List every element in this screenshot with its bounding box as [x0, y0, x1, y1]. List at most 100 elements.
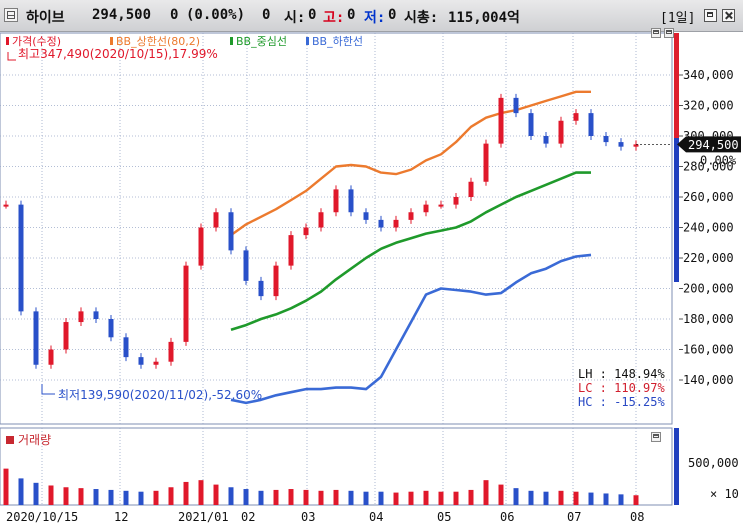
volume-bar — [333, 489, 339, 505]
restore-icon[interactable] — [704, 9, 717, 22]
volume-bar — [33, 482, 39, 505]
price-candle — [348, 189, 354, 213]
volume-bar — [498, 484, 504, 505]
price-candle — [123, 337, 129, 358]
open-value: 0 — [308, 7, 317, 23]
price-panel — [0, 32, 673, 425]
title-bar: 하이브 294,500 0 (0.00%) 0 시: 0 고: 0 저: 0 시… — [0, 0, 743, 32]
x-tick-label: 06 — [500, 510, 514, 524]
y-tick-label: 140,000 — [683, 373, 734, 387]
volume-bar — [93, 489, 99, 505]
price-candle — [213, 212, 219, 228]
price-chart: 340,000320,000300,000280,000260,000240,0… — [0, 32, 741, 524]
price-candle — [528, 113, 534, 136]
axis-up-bar — [674, 33, 679, 138]
volume-bar — [423, 490, 429, 505]
high-value: 0 — [347, 7, 356, 23]
volume-bar — [603, 493, 609, 505]
volume-bar — [378, 491, 384, 505]
volume-bar — [228, 487, 234, 505]
price-candle — [198, 227, 204, 266]
legend-item: BB_중심선 — [236, 35, 287, 48]
legend-swatch — [230, 37, 233, 45]
volume-bar — [513, 488, 519, 505]
volume-bar — [453, 491, 459, 505]
close-icon[interactable] — [722, 9, 735, 22]
chart-window: 340,000 320,000 300,000 280,000 260,000 240,0… — [0, 0, 743, 527]
axis-down-bar — [674, 138, 679, 282]
y-tick-label: 240,000 — [683, 221, 734, 235]
volume-panel-expand-icon[interactable] — [651, 432, 661, 442]
period-selector[interactable]: [1일] — [660, 7, 695, 26]
price-candle — [243, 250, 249, 281]
x-tick-label: 12 — [114, 510, 128, 524]
volume-bar — [408, 491, 414, 505]
price-candle — [483, 143, 489, 182]
high-label: 고: — [323, 10, 345, 26]
chart-window-icon[interactable] — [4, 8, 18, 22]
x-tick-label: 2021/01 — [178, 510, 229, 524]
price-candle — [618, 142, 624, 147]
price-candle — [378, 219, 384, 228]
volume-legend-swatch — [6, 436, 14, 444]
price-candle — [108, 319, 114, 338]
y-tick-label: 340,000 — [683, 68, 734, 82]
lc-stat: LC : 110.97% — [578, 381, 665, 395]
price-candle — [393, 219, 399, 228]
axis-volume-bar — [674, 428, 679, 505]
low-label: 저: — [364, 10, 386, 26]
volume-bar — [213, 484, 219, 505]
price-candle — [168, 341, 174, 362]
market-cap-value: 115,004억 — [448, 10, 520, 26]
volume-bar — [198, 480, 204, 505]
y-tick-label: 320,000 — [683, 99, 734, 113]
volume-bar — [363, 491, 369, 505]
legend-swatch — [6, 37, 9, 45]
y-tick-label: 180,000 — [683, 312, 734, 326]
volume-bar — [468, 489, 474, 505]
price-candle — [48, 349, 54, 365]
volume-tick-label: × 10 — [710, 487, 739, 501]
legend-swatch — [306, 37, 309, 45]
price-candle — [78, 311, 84, 323]
volume-bar — [438, 491, 444, 505]
current-percent-label: 0.00% — [700, 153, 737, 167]
volume-bar — [393, 492, 399, 505]
x-tick-label: 08 — [630, 510, 644, 524]
price-panel-close-icon[interactable] — [664, 28, 674, 38]
price-candle — [543, 136, 549, 144]
legend-item: BB_하한선 — [312, 34, 363, 48]
volume-bar — [618, 494, 624, 505]
y-tick-label: 220,000 — [683, 251, 734, 265]
price-candle — [183, 265, 189, 342]
x-tick-label: 03 — [301, 510, 315, 524]
volume-bar — [243, 489, 249, 505]
legend-swatch — [110, 37, 113, 45]
price-candle — [228, 212, 234, 251]
price-candle — [423, 204, 429, 213]
lh-stat: LH : 148.94% — [578, 367, 665, 381]
price-candle — [33, 311, 39, 365]
volume-bar — [123, 490, 129, 505]
volume-bar — [303, 489, 309, 505]
volume-bar — [348, 490, 354, 505]
price-candle — [288, 235, 294, 266]
high-annotation: 최고347,490(2020/10/15),17.99% — [18, 47, 218, 61]
y-tick-label: 260,000 — [683, 190, 734, 204]
volume-bar — [528, 490, 534, 505]
price-candle — [303, 227, 309, 236]
x-tick-label: 05 — [437, 510, 451, 524]
volume-bar — [633, 495, 639, 505]
x-tick-label: 2020/10/15 — [6, 510, 78, 524]
price-candle — [513, 97, 519, 114]
open-label: 시: — [284, 10, 306, 26]
price-candle — [138, 357, 144, 365]
hc-stat: HC : -15.25% — [578, 395, 665, 409]
price-panel-expand-icon[interactable] — [651, 28, 661, 38]
market-cap-label: 시총: — [404, 10, 439, 26]
current-price-label: 294,500 — [688, 138, 739, 152]
x-tick-label: 04 — [369, 510, 383, 524]
volume-bar — [63, 487, 69, 505]
x-tick-label: 07 — [567, 510, 581, 524]
price-candle — [3, 204, 9, 207]
